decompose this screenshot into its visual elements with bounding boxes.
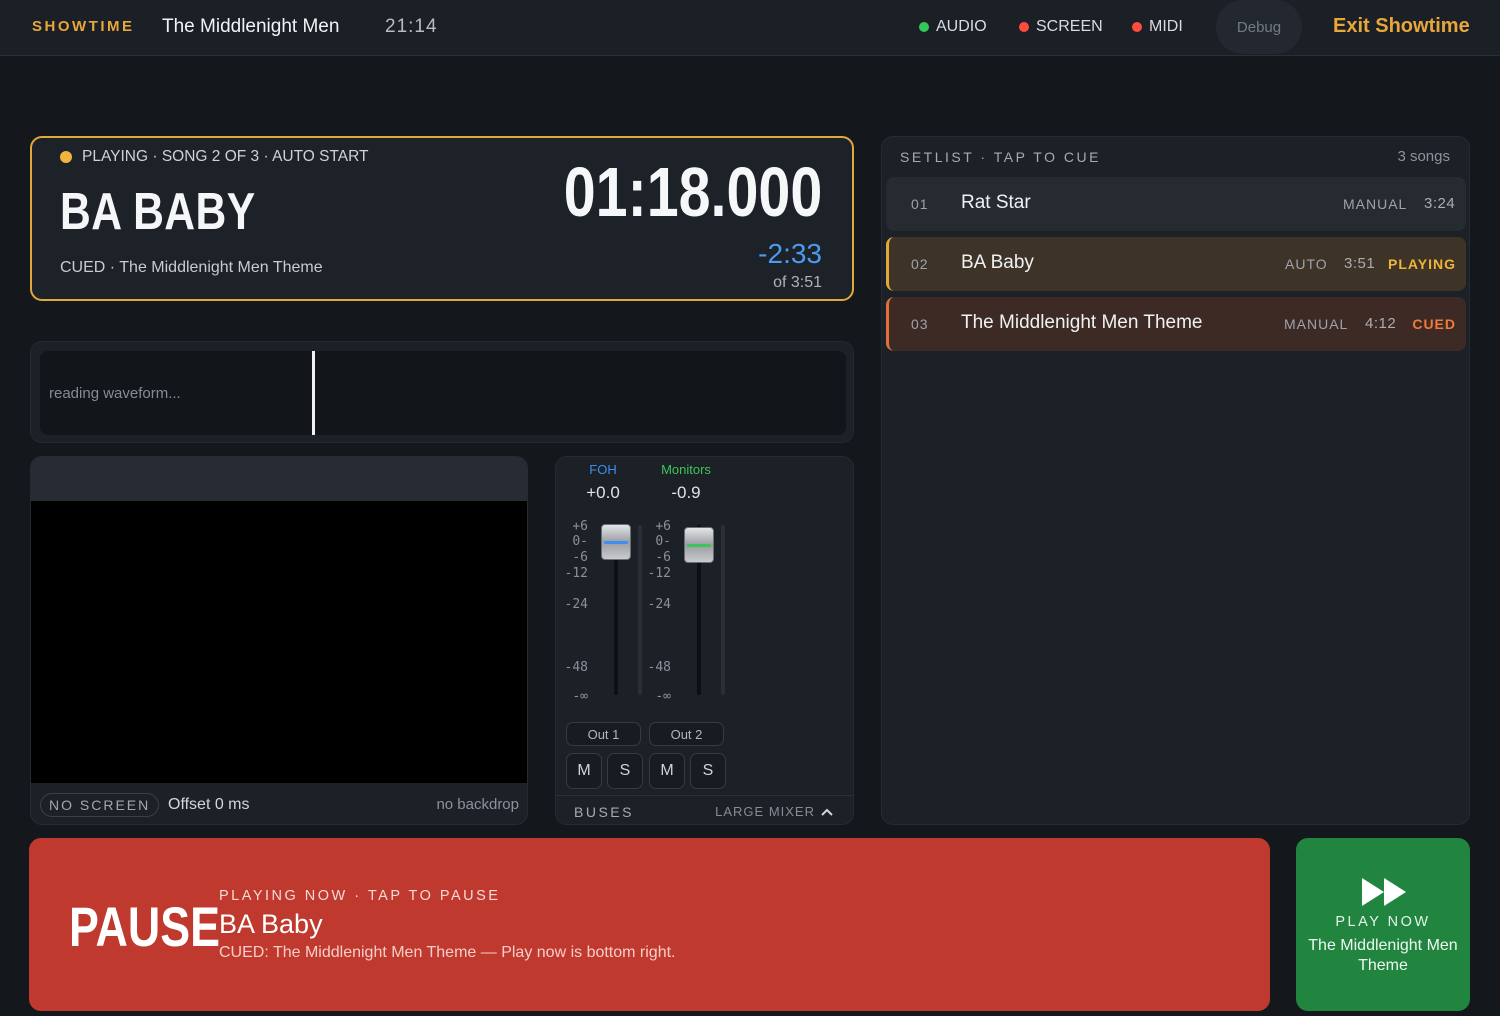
fader-knob-foh[interactable] [601, 524, 631, 560]
song-start-mode: MANUAL [1343, 196, 1408, 212]
top-bar: SHOWTIME The Middlenight Men 21:14 AUDIO… [0, 0, 1500, 56]
clock: 21:14 [385, 16, 438, 37]
elapsed-time: 01:18.000 [563, 153, 822, 231]
output-select-foh[interactable]: Out 1 [566, 722, 641, 746]
now-playing-status: PLAYING · SONG 2 OF 3 · AUTO START [60, 148, 369, 166]
now-playing-panel: PLAYING · SONG 2 OF 3 · AUTO START BA BA… [30, 136, 854, 301]
play-now-label: PLAY NOW [1335, 914, 1431, 930]
status-audio-label: AUDIO [936, 18, 987, 35]
mixer-panel: FOH +0.0 +6 0- -6 -12 -24 -48 -∞ Monitor… [555, 456, 854, 825]
large-mixer-label: LARGE MIXER [715, 804, 815, 819]
bus-db-foh: +0.0 [586, 483, 620, 502]
playing-status-dot-icon [60, 151, 72, 163]
scale-label: -12 [564, 566, 588, 581]
waveform-loading-text: reading waveform... [49, 385, 181, 402]
mute-button-monitors[interactable]: M [649, 753, 685, 789]
fast-forward-icon [1362, 878, 1406, 906]
play-now-song-name: The Middlenight Men Theme [1308, 937, 1458, 974]
status-midi-label: MIDI [1149, 18, 1183, 35]
song-number: 03 [911, 316, 929, 332]
status-midi: MIDI [1132, 18, 1183, 36]
song-number: 01 [911, 196, 929, 212]
status-screen: SCREEN [1019, 18, 1103, 36]
song-duration: 3:51 [1344, 255, 1376, 272]
scale-label: -12 [647, 566, 671, 581]
fader-knob-monitors[interactable] [684, 527, 714, 563]
level-meter-monitors [721, 525, 725, 695]
scale-label: +6 [655, 519, 671, 534]
scale-label: -∞ [572, 689, 588, 704]
scale-label: -24 [647, 597, 671, 612]
brand-label: SHOWTIME [32, 18, 135, 35]
song-start-mode: AUTO [1285, 256, 1328, 272]
now-playing-status-text: PLAYING · SONG 2 OF 3 · AUTO START [82, 148, 369, 165]
playhead[interactable] [312, 351, 315, 435]
screen-status-badge: NO SCREEN [40, 793, 160, 817]
audio-status-dot-icon [919, 22, 929, 32]
large-mixer-button[interactable]: LARGE MIXER [715, 804, 833, 819]
pause-cued-text: CUED: The Middlenight Men Theme — Play n… [219, 944, 676, 961]
fader-scale-monitors: +6 0- -6 -12 -24 -48 -∞ [639, 519, 673, 704]
playing-badge: PLAYING [1388, 256, 1456, 272]
scale-label: -∞ [655, 689, 671, 704]
play-now-button[interactable]: PLAY NOW The Middlenight Men Theme [1296, 838, 1470, 1011]
song-name: The Middlenight Men Theme [961, 312, 1203, 333]
setlist-panel: SETLIST · TAP TO CUE 3 songs 01 Rat Star… [881, 136, 1470, 825]
waveform-panel: reading waveform... [30, 341, 854, 443]
screen-preview [31, 501, 527, 783]
backdrop-status: no backdrop [436, 796, 519, 813]
setlist-item-playing[interactable]: 02 BA Baby AUTO 3:51 PLAYING [886, 237, 1466, 291]
exit-showtime-button[interactable]: Exit Showtime [1333, 15, 1470, 38]
waveform-display[interactable]: reading waveform... [40, 351, 846, 435]
fader-scale-foh: +6 0- -6 -12 -24 -48 -∞ [556, 519, 590, 704]
cued-badge: CUED [1412, 316, 1456, 332]
scale-label: +6 [572, 519, 588, 534]
pause-label: PAUSE [69, 895, 221, 958]
bus-name-monitors: Monitors [661, 462, 711, 477]
scale-label: -48 [647, 660, 671, 675]
scale-label: 0- [655, 534, 671, 549]
now-playing-cued: CUED · The Middlenight Men Theme [60, 259, 323, 276]
show-title: The Middlenight Men [162, 16, 340, 37]
pause-song-name: BA Baby [219, 909, 323, 939]
scale-label: -6 [655, 550, 671, 565]
midi-status-dot-icon [1132, 22, 1142, 32]
bus-name-foh: FOH [589, 462, 617, 477]
scale-label: -24 [564, 597, 588, 612]
solo-button-monitors[interactable]: S [690, 753, 726, 789]
mute-button-foh[interactable]: M [566, 753, 602, 789]
setlist-item-cued[interactable]: 03 The Middlenight Men Theme MANUAL 4:12… [886, 297, 1466, 351]
bus-db-monitors: -0.9 [671, 483, 701, 502]
screen-footer: NO SCREEN Offset 0 ms no backdrop [31, 783, 527, 824]
screen-preview-header [31, 457, 527, 501]
screen-offset[interactable]: Offset 0 ms [168, 796, 250, 814]
setlist-title: SETLIST · TAP TO CUE [900, 149, 1101, 165]
song-duration: 3:24 [1424, 195, 1456, 212]
now-playing-title: BA BABY [60, 183, 256, 241]
scale-label: 0- [572, 534, 588, 549]
buses-label: BUSES [574, 804, 634, 820]
setlist-count: 3 songs [1397, 148, 1450, 165]
song-number: 02 [911, 256, 929, 272]
solo-button-foh[interactable]: S [607, 753, 643, 789]
status-audio: AUDIO [919, 18, 987, 36]
scale-label: -48 [564, 660, 588, 675]
song-name: Rat Star [961, 192, 1031, 213]
song-start-mode: MANUAL [1284, 316, 1349, 332]
mixer-footer: BUSES LARGE MIXER [556, 795, 853, 825]
pause-button[interactable]: PAUSE PLAYING NOW · TAP TO PAUSE BA Baby… [29, 838, 1270, 1011]
song-name: BA Baby [961, 252, 1034, 273]
chevron-up-icon [821, 808, 833, 816]
song-duration: 4:12 [1365, 315, 1397, 332]
pause-subtitle: PLAYING NOW · TAP TO PAUSE [219, 888, 501, 904]
screen-status-dot-icon [1019, 22, 1029, 32]
scale-label: -6 [572, 550, 588, 565]
status-screen-label: SCREEN [1036, 18, 1103, 35]
setlist-item[interactable]: 01 Rat Star MANUAL 3:24 [886, 177, 1466, 231]
output-select-monitors[interactable]: Out 2 [649, 722, 724, 746]
debug-button[interactable]: Debug [1216, 0, 1302, 54]
remaining-time: -2:33 [758, 238, 822, 269]
screen-preview-panel: NO SCREEN Offset 0 ms no backdrop [30, 456, 528, 825]
total-duration: of 3:51 [773, 274, 822, 291]
